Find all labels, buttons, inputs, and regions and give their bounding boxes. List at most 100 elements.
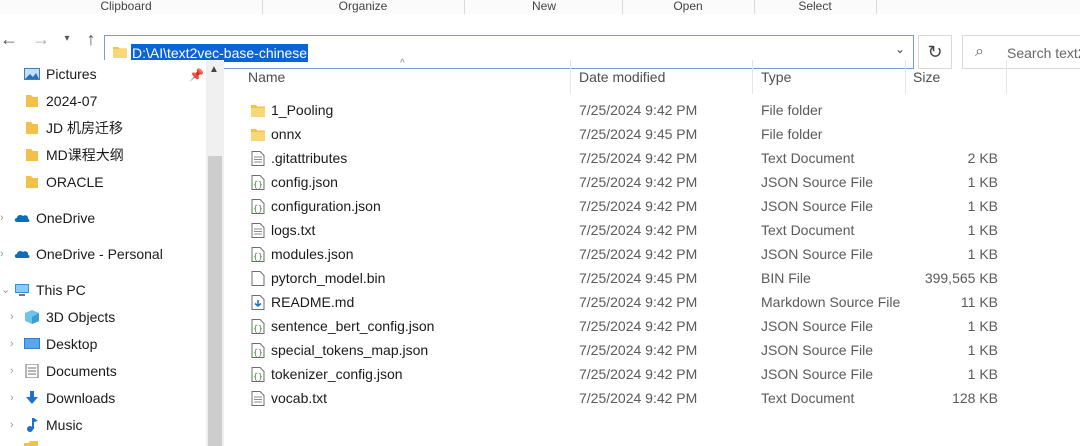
table-row[interactable]: {} tokenizer_config.json 7/25/2024 9:42 PM… — [224, 362, 1080, 386]
search-input[interactable]: Search text2 — [1007, 45, 1080, 61]
folder-icon — [24, 441, 38, 446]
file-icon — [251, 271, 265, 286]
column-separator[interactable] — [905, 60, 906, 94]
file-type: JSON Source File — [761, 366, 874, 382]
json-file-icon: {} — [251, 367, 265, 382]
ribbon-separator — [622, 0, 623, 14]
file-type: JSON Source File — [761, 174, 874, 190]
file-name[interactable]: 1_Pooling — [271, 98, 333, 122]
table-row[interactable]: .gitattributes 7/25/2024 9:42 PM Text Docu… — [224, 146, 1080, 170]
refresh-icon: ↻ — [927, 42, 943, 62]
navigation-pane-scrollbar[interactable]: ▲ — [206, 60, 224, 446]
json-file-icon: {} — [251, 199, 265, 214]
ribbon-separator — [464, 0, 465, 14]
column-header-size[interactable]: Size — [913, 60, 940, 94]
text-document-icon — [251, 223, 265, 238]
expand-chevron-icon[interactable]: › — [0, 243, 4, 265]
expand-chevron-icon[interactable]: › — [0, 207, 4, 229]
scroll-up-arrow-icon[interactable]: ▲ — [209, 64, 219, 75]
column-header-type[interactable]: Type — [761, 60, 791, 94]
table-row[interactable]: 1_Pooling 7/25/2024 9:42 PM File folder — [224, 98, 1080, 122]
file-date-modified: 7/25/2024 9:42 PM — [579, 294, 698, 310]
file-type: JSON Source File — [761, 342, 874, 358]
expand-chevron-icon[interactable]: › — [10, 360, 14, 382]
file-type: Text Document — [761, 222, 855, 238]
file-name[interactable]: onnx — [271, 122, 301, 146]
table-row[interactable]: {} config.json 7/25/2024 9:42 PM JSON Sourc… — [224, 170, 1080, 194]
scrollbar-thumb[interactable] — [208, 156, 222, 446]
file-name[interactable]: config.json — [271, 170, 338, 194]
table-row[interactable]: {} modules.json 7/25/2024 9:42 PM JSON Sour… — [224, 242, 1080, 266]
ribbon-group-open: Open — [673, 0, 703, 13]
documents-icon — [25, 364, 39, 378]
table-row[interactable]: logs.txt 7/25/2024 9:42 PM Text Document 1 … — [224, 218, 1080, 242]
json-file-icon: {} — [251, 247, 265, 262]
svg-text:{}: {} — [253, 204, 263, 213]
expand-chevron-icon[interactable]: › — [10, 333, 14, 355]
file-size: 11 KB — [960, 294, 998, 310]
file-size: 1 KB — [967, 246, 998, 262]
file-name[interactable]: sentence_bert_config.json — [271, 314, 434, 338]
pin-icon[interactable]: 📌 — [189, 68, 204, 82]
file-date-modified: 7/25/2024 9:45 PM — [579, 126, 698, 142]
address-dropdown-chevron-icon[interactable]: ⌄ — [895, 42, 905, 56]
folder-icon — [26, 122, 38, 134]
file-type: JSON Source File — [761, 318, 874, 334]
up-arrow-icon[interactable]: ↑ — [82, 28, 100, 50]
file-name[interactable]: special_tokens_map.json — [271, 338, 428, 362]
file-date-modified: 7/25/2024 9:42 PM — [579, 150, 698, 166]
folder-icon — [113, 47, 127, 58]
file-size: 399,565 KB — [924, 270, 998, 286]
file-size: 2 KB — [967, 150, 998, 166]
file-name[interactable]: README.md — [271, 290, 354, 314]
column-separator[interactable] — [570, 60, 571, 94]
file-date-modified: 7/25/2024 9:42 PM — [579, 390, 698, 406]
file-name[interactable]: configuration.json — [271, 194, 381, 218]
svg-text:{}: {} — [253, 252, 263, 261]
file-type: File folder — [761, 126, 823, 142]
ribbon-group-organize: Organize — [338, 0, 388, 13]
table-row[interactable]: {} configuration.json 7/25/2024 9:42 PM JSO… — [224, 194, 1080, 218]
file-size: 1 KB — [967, 318, 998, 334]
forward-arrow-icon[interactable]: → — [32, 28, 50, 50]
column-separator[interactable] — [1006, 60, 1007, 94]
table-row[interactable]: pytorch_model.bin 7/25/2024 9:45 PM BIN Fi… — [224, 266, 1080, 290]
column-header-name[interactable]: Name — [248, 60, 285, 94]
sort-ascending-icon: ^ — [400, 58, 405, 69]
table-row[interactable]: {} special_tokens_map.json 7/25/2024 9:42 … — [224, 338, 1080, 362]
file-type: JSON Source File — [761, 246, 874, 262]
file-name[interactable]: modules.json — [271, 242, 354, 266]
expand-chevron-icon[interactable]: › — [10, 387, 14, 409]
column-header-date-modified[interactable]: Date modified — [579, 60, 665, 94]
file-size: 1 KB — [967, 342, 998, 358]
file-name[interactable]: tokenizer_config.json — [271, 362, 403, 386]
navigation-bar: ← → ▾ ↑ D:\AI\text2vec-base-chinese ⌄ ↻ … — [0, 14, 1080, 69]
file-type: JSON Source File — [761, 198, 874, 214]
back-arrow-icon[interactable]: ← — [0, 28, 18, 50]
svg-text:{}: {} — [253, 372, 263, 381]
ribbon-group-new: New — [531, 0, 556, 13]
file-type: Markdown Source File — [761, 294, 901, 310]
file-size: 1 KB — [967, 366, 998, 382]
file-name[interactable]: vocab.txt — [271, 386, 327, 410]
downloads-icon — [26, 391, 38, 404]
table-row[interactable]: onnx 7/25/2024 9:45 PM File folder — [224, 122, 1080, 146]
file-name[interactable]: .gitattributes — [271, 146, 347, 170]
pictures-icon — [24, 68, 40, 80]
expand-chevron-icon[interactable]: › — [10, 414, 14, 436]
table-row[interactable]: vocab.txt 7/25/2024 9:42 PM Text Document 1… — [224, 386, 1080, 410]
search-icon: ⌕ — [975, 43, 984, 60]
folder-icon — [251, 105, 265, 117]
ribbon-separator — [876, 0, 877, 14]
table-row[interactable]: README.md 7/25/2024 9:42 PM Markdown Sourc… — [224, 290, 1080, 314]
cloud-icon — [14, 214, 30, 222]
ribbon-bar: Clipboard Organize New Open Select — [0, 0, 1080, 15]
expand-chevron-icon[interactable]: › — [10, 306, 14, 328]
collapse-chevron-icon[interactable]: ⌄ — [1, 279, 10, 301]
file-name[interactable]: pytorch_model.bin — [271, 266, 385, 290]
table-row[interactable]: {} sentence_bert_config.json 7/25/2024 9:4… — [224, 314, 1080, 338]
column-separator[interactable] — [752, 60, 753, 94]
recent-locations-chevron-icon[interactable]: ▾ — [60, 28, 74, 50]
file-name[interactable]: logs.txt — [271, 218, 315, 242]
file-type: BIN File — [761, 270, 811, 286]
